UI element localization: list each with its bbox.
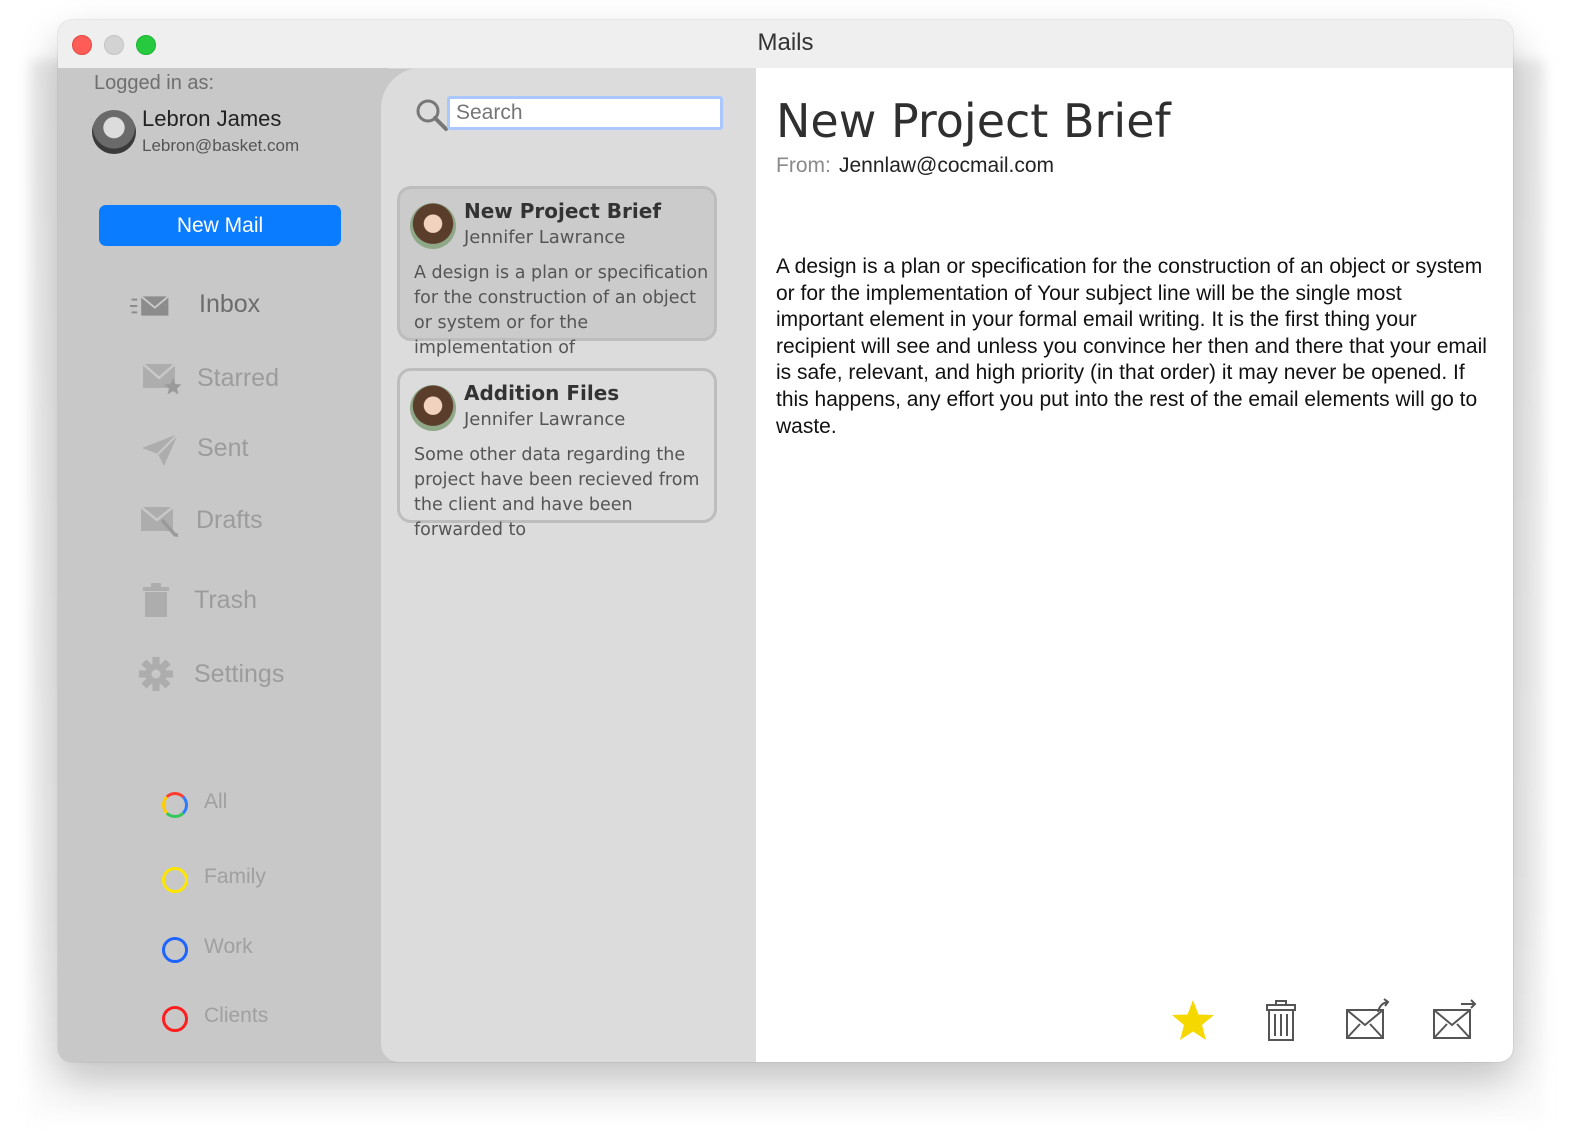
tag-label: All <box>204 790 228 813</box>
reading-pane: New Project Brief From: Jennlaw@cocmail.… <box>756 68 1513 1062</box>
delete-icon[interactable] <box>1258 998 1304 1044</box>
mail-list-panel: New Project Brief Jennifer Lawrance A de… <box>381 68 758 1062</box>
mail-list-item[interactable]: New Project Brief Jennifer Lawrance A de… <box>397 186 717 358</box>
sidebar-item-label: Sent <box>197 434 249 462</box>
window-title: Mails <box>757 29 814 56</box>
message-title: New Project Brief <box>776 94 1171 148</box>
from-label: From: <box>776 154 831 177</box>
drafts-icon <box>140 506 178 538</box>
tag-work[interactable]: Work <box>58 935 388 969</box>
trash-icon <box>143 583 169 617</box>
tag-label: Clients <box>204 1004 269 1027</box>
user-email: Lebron@basket.com <box>142 136 300 155</box>
mail-list-item[interactable]: Addition Files Jennifer Lawrance Some ot… <box>397 368 717 540</box>
sent-icon <box>142 433 179 466</box>
avatar <box>410 385 456 431</box>
sidebar-item-drafts[interactable]: Drafts <box>58 500 388 544</box>
new-mail-button[interactable]: New Mail <box>99 205 341 246</box>
logged-in-label: Logged in as: <box>94 72 215 94</box>
sidebar-item-label: Trash <box>194 586 257 614</box>
tag-family[interactable]: Family <box>58 865 388 899</box>
sidebar-item-label: Inbox <box>199 290 261 318</box>
from-address: Jennlaw@cocmail.com <box>839 154 1055 177</box>
mail-preview: Some other data regarding the project ha… <box>414 445 700 540</box>
avatar <box>92 110 136 154</box>
tag-family-ring-icon <box>162 867 188 893</box>
sidebar-item-trash[interactable]: Trash <box>58 580 388 624</box>
mail-sender: Jennifer Lawrance <box>464 227 626 248</box>
tag-all[interactable]: All <box>58 790 388 824</box>
sidebar-item-label: Drafts <box>196 506 263 534</box>
tag-work-ring-icon <box>162 937 188 963</box>
search-bar <box>413 94 728 134</box>
forward-icon[interactable] <box>1431 998 1477 1044</box>
reply-icon[interactable] <box>1344 998 1390 1044</box>
mail-subject: Addition Files <box>464 381 620 405</box>
sidebar-item-inbox[interactable]: Inbox <box>58 284 388 328</box>
message-body: A design is a plan or specification for … <box>776 255 1487 438</box>
star-icon[interactable] <box>1170 998 1216 1044</box>
sidebar-item-label: Settings <box>194 660 285 688</box>
mail-subject: New Project Brief <box>464 199 662 223</box>
mail-sender: Jennifer Lawrance <box>464 409 626 430</box>
sidebar-item-settings[interactable]: Settings <box>58 654 388 698</box>
mail-preview: A design is a plan or specification for … <box>414 263 709 358</box>
sidebar: Logged in as: Lebron James Lebron@basket… <box>58 68 388 1062</box>
sidebar-item-starred[interactable]: Starred <box>58 358 388 402</box>
avatar <box>410 203 456 249</box>
inbox-icon <box>130 295 170 316</box>
sidebar-item-sent[interactable]: Sent <box>58 428 388 472</box>
tag-clients-ring-icon <box>162 1006 188 1032</box>
tag-all-ring-icon <box>162 792 188 818</box>
starred-icon <box>142 363 182 395</box>
titlebar: Mails <box>58 20 1513 69</box>
tag-clients[interactable]: Clients <box>58 1004 388 1038</box>
search-icon <box>416 99 448 131</box>
mail-window: Mails Logged in as: Lebron James Lebron@… <box>58 20 1513 1062</box>
sidebar-item-label: Starred <box>197 364 279 392</box>
tag-label: Work <box>204 935 253 958</box>
tag-label: Family <box>204 865 266 888</box>
gear-icon <box>138 656 174 692</box>
search-input[interactable] <box>447 96 723 130</box>
user-name: Lebron James <box>142 106 282 131</box>
